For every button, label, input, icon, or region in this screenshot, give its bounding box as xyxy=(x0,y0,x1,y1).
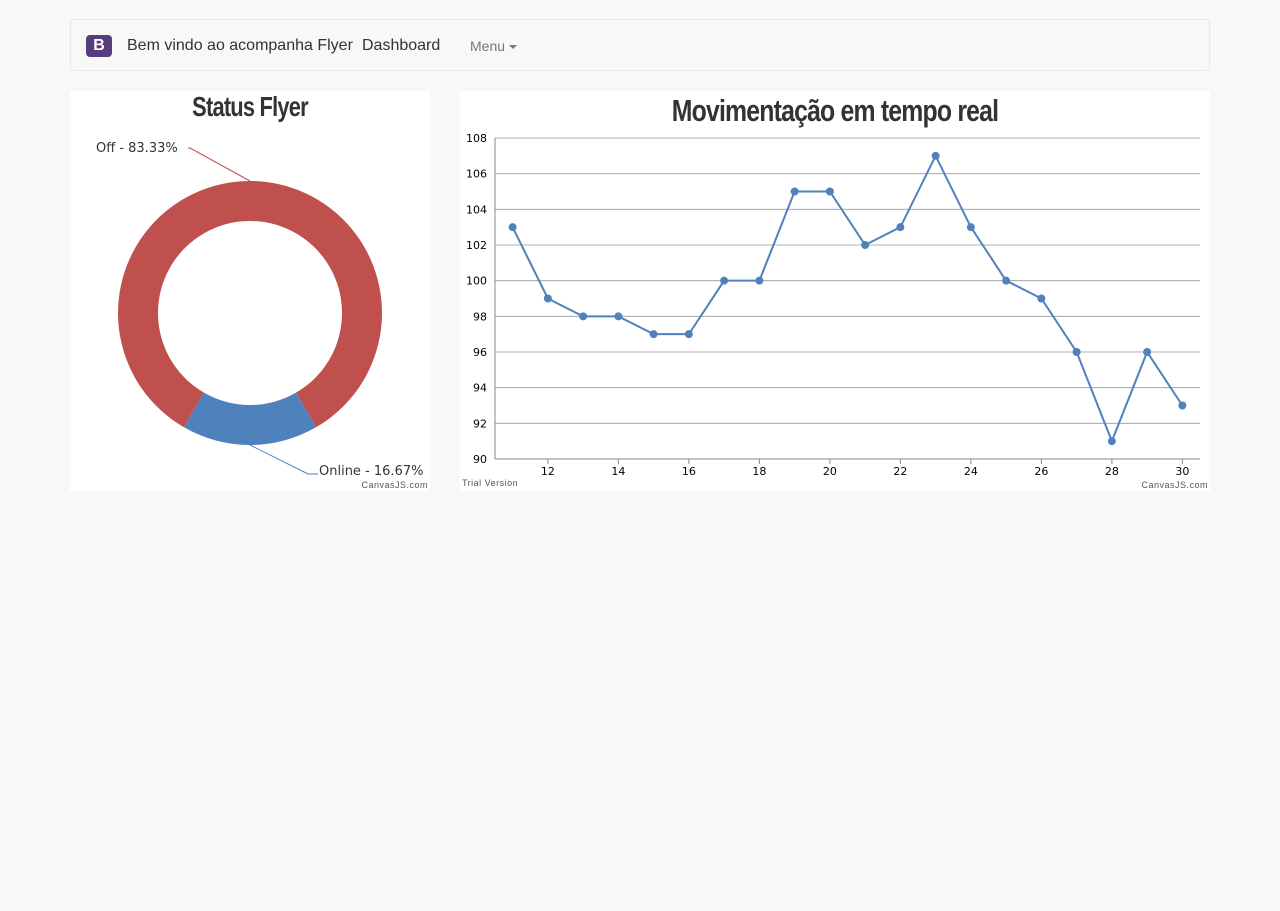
data-point xyxy=(508,223,517,232)
slice-label: Online - 16.67% xyxy=(319,464,423,479)
status-chart-svg: Off - 83.33% Online - 16.67% xyxy=(96,141,423,479)
leader-line xyxy=(249,444,318,475)
data-point xyxy=(790,187,799,196)
x-tick-label: 24 xyxy=(964,465,978,478)
y-tick-label: 100 xyxy=(466,275,487,288)
brand-text[interactable]: Bem vindo ao acompanha Flyer xyxy=(127,36,353,56)
data-point xyxy=(1037,294,1046,303)
bootstrap-logo-icon[interactable]: B xyxy=(86,35,112,57)
x-tick-label: 12 xyxy=(541,465,555,478)
y-tick-label: 92 xyxy=(473,417,487,430)
canvasjs-credit[interactable]: CanvasJS.com xyxy=(361,480,428,490)
data-point xyxy=(1072,348,1081,356)
series-line xyxy=(511,153,1184,444)
slice-label: Off - 83.33% xyxy=(96,141,178,156)
menu-dropdown-label: Menu xyxy=(470,38,506,54)
x-tick-label: 26 xyxy=(1034,465,1048,478)
y-tick-label: 102 xyxy=(466,239,487,252)
data-point xyxy=(931,151,940,160)
nav-dashboard-link[interactable]: Dashboard xyxy=(362,36,440,56)
data-point xyxy=(720,276,729,285)
data-point xyxy=(1107,437,1116,446)
data-point xyxy=(1178,401,1187,410)
y-tick-label: 96 xyxy=(473,346,487,359)
y-tick-label: 108 xyxy=(466,132,487,145)
status-chart: Status Flyer Off - 83.33% Online - 16.67%… xyxy=(70,91,430,491)
movement-chart-svg: 90 92 94 96 98 100 102 104 106 108 12 14 16 18 20 22 24 2… xyxy=(466,132,1200,478)
y-tick-label: 90 xyxy=(473,453,487,466)
x-tick-label: 16 xyxy=(682,465,696,478)
data-point xyxy=(825,187,834,196)
data-point xyxy=(1143,348,1152,356)
menu-dropdown[interactable]: Menu xyxy=(470,37,518,55)
x-tick-label: 30 xyxy=(1175,465,1189,478)
x-tick-label: 28 xyxy=(1105,465,1119,478)
trial-version-label: Trial Version xyxy=(462,478,519,488)
x-tick-label: 14 xyxy=(611,465,625,478)
donut-slice xyxy=(118,181,383,428)
data-point xyxy=(966,223,975,232)
canvasjs-credit[interactable]: CanvasJS.com xyxy=(1141,480,1208,490)
movement-chart: Movimentação em tempo real 90 92 94 96 98 100… xyxy=(460,91,1210,491)
data-point xyxy=(755,276,764,285)
data-point xyxy=(861,241,870,249)
caret-down-icon xyxy=(509,45,518,50)
data-point xyxy=(896,223,905,232)
data-point xyxy=(543,294,552,303)
x-tick-label: 22 xyxy=(893,465,907,478)
data-point xyxy=(579,312,588,321)
y-tick-label: 94 xyxy=(473,382,487,395)
y-tick-label: 104 xyxy=(466,203,487,216)
x-tick-label: 18 xyxy=(752,465,766,478)
y-tick-label: 98 xyxy=(473,310,487,323)
navbar: B Bem vindo ao acompanha Flyer Dashboard… xyxy=(70,19,1210,71)
data-point xyxy=(1002,276,1011,285)
y-tick-label: 106 xyxy=(466,168,487,181)
x-tick-label: 20 xyxy=(823,465,837,478)
data-point xyxy=(649,330,658,339)
data-point xyxy=(684,330,693,339)
leader-line xyxy=(188,147,251,182)
donut-slice xyxy=(183,392,317,445)
data-point xyxy=(614,312,623,321)
